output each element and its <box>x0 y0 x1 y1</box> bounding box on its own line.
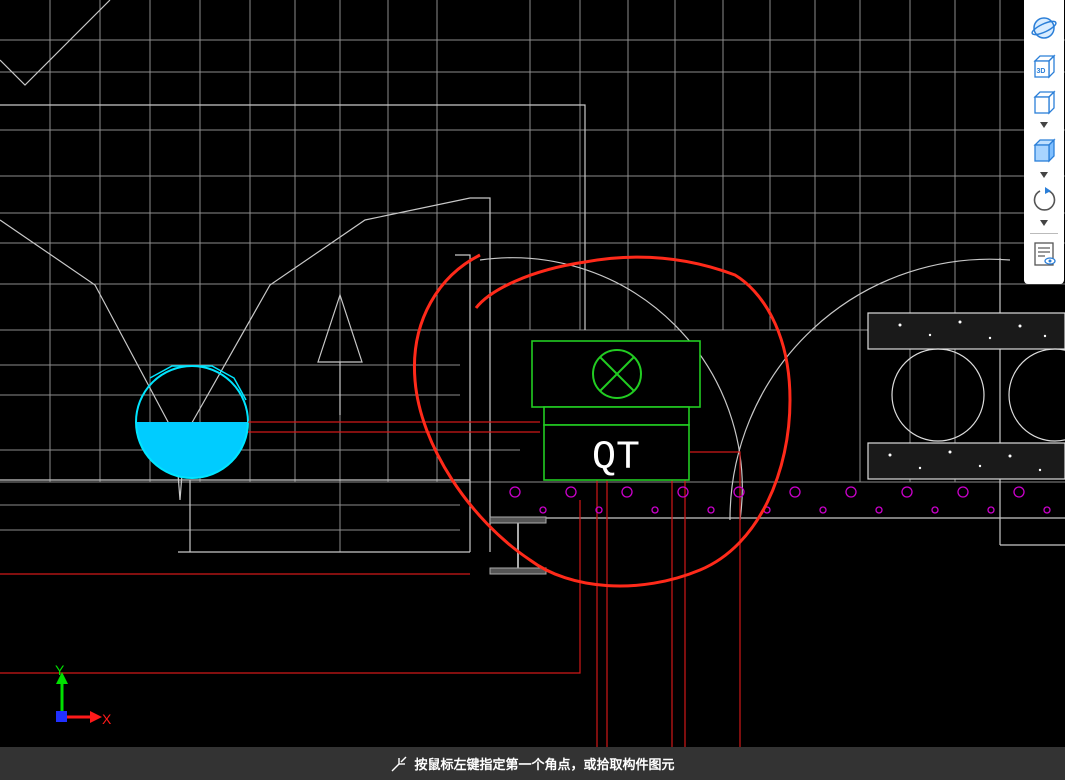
axis-y-label: Y <box>55 662 65 678</box>
qt-label: QT <box>592 436 640 481</box>
pick-cursor-icon <box>391 756 407 771</box>
ucs-axis-icon: Y X <box>55 662 112 727</box>
orbit-button[interactable] <box>1028 12 1060 44</box>
status-message: 按鼠标左键指定第一个角点，或拾取构件图元 <box>414 758 675 773</box>
shaded-cube-dropdown[interactable] <box>1038 170 1050 180</box>
status-bar: 按鼠标左键指定第一个角点，或拾取构件图元 <box>0 747 1065 780</box>
view-cube-icon <box>1033 90 1056 115</box>
display-settings-button[interactable] <box>1028 238 1060 270</box>
view-3d-text: 3D <box>1037 68 1046 75</box>
toolbar-divider <box>1030 233 1058 234</box>
rotate-icon <box>1033 187 1056 211</box>
view-cube-button[interactable] <box>1028 86 1060 118</box>
cad-canvas[interactable]: QT Y X <box>0 0 1065 780</box>
drawing-area[interactable]: QT Y X <box>0 0 1065 747</box>
chevron-down-icon <box>1040 172 1048 178</box>
water-pipe[interactable] <box>135 365 249 479</box>
hatch-slab <box>509 486 1051 514</box>
qt-middle-box[interactable] <box>543 406 690 426</box>
orbit-icon <box>1031 17 1057 39</box>
rotate-button[interactable] <box>1028 182 1060 214</box>
view-3d-button[interactable]: 3D <box>1028 50 1060 82</box>
chevron-down-icon <box>1040 220 1048 226</box>
concrete-beams <box>867 312 1065 480</box>
chevron-down-icon <box>1040 122 1048 128</box>
view-cube-dropdown[interactable] <box>1038 120 1050 130</box>
view-toolbar: 3D <box>1024 0 1064 284</box>
rotate-dropdown[interactable] <box>1038 218 1050 228</box>
qt-component[interactable]: QT <box>531 340 701 481</box>
axis-x-label: X <box>102 711 112 727</box>
shaded-cube-button[interactable] <box>1028 134 1060 166</box>
view-3d-icon: 3D <box>1033 54 1056 79</box>
shaded-cube-icon <box>1033 138 1056 163</box>
display-settings-icon <box>1034 242 1056 266</box>
